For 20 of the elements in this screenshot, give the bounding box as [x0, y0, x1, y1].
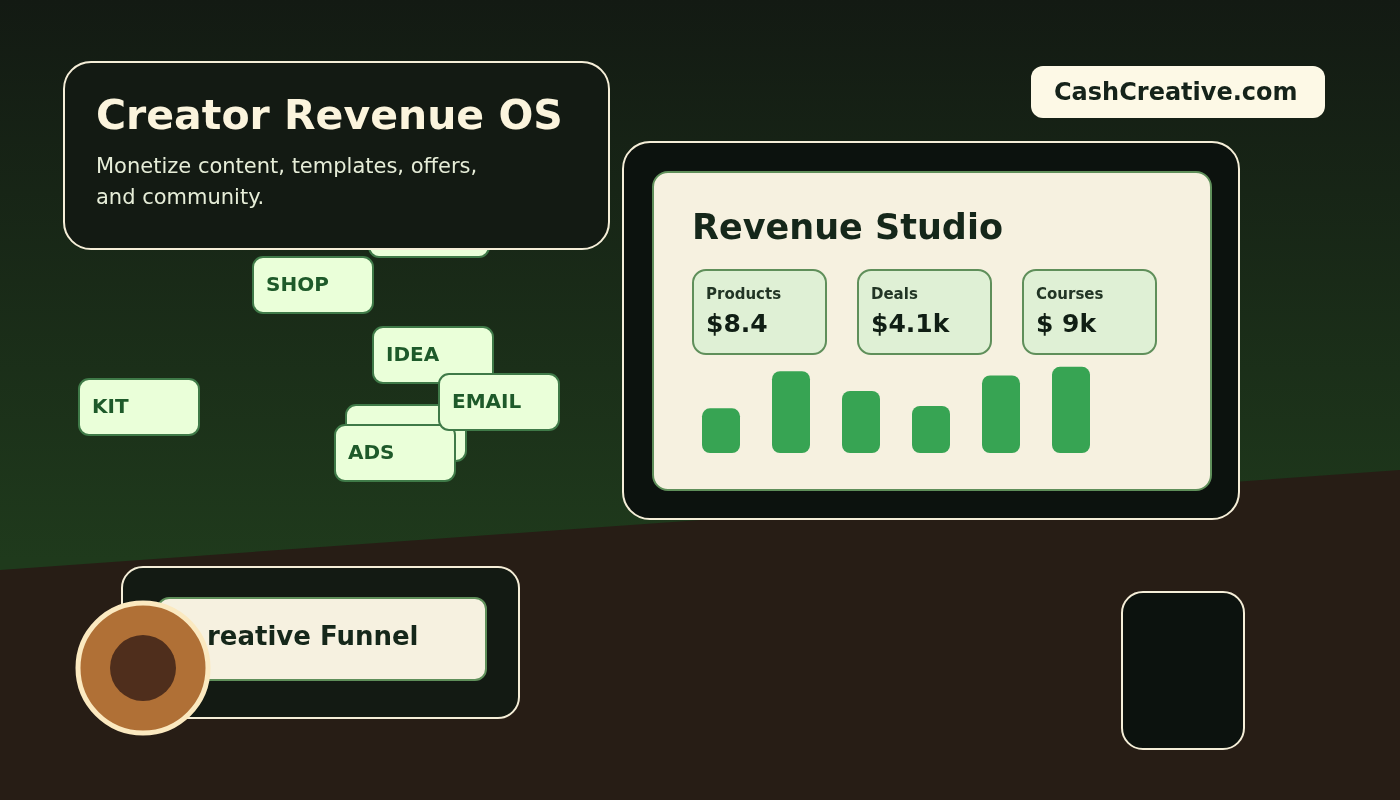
tag-label: KIT: [92, 394, 129, 418]
metric-label: Courses: [1036, 285, 1105, 303]
chart-bar: [702, 408, 740, 453]
tag-label: ADS: [348, 440, 395, 464]
studio-title: Revenue Studio: [692, 207, 1004, 247]
chart-bar: [912, 405, 950, 453]
brand-name: CashCreative.com: [1054, 78, 1298, 106]
metric-label: Deals: [871, 285, 919, 303]
metric-value: $8.4: [706, 309, 769, 338]
donut-icon: [75, 600, 211, 736]
metric-label: Products: [706, 285, 783, 303]
page-title: Creator Revenue OS: [96, 91, 564, 139]
metric-value: $4.1k: [871, 309, 951, 338]
metric-value: $ 9k: [1036, 309, 1098, 338]
subtitle: Monetize content, templates, offers, and community.: [96, 153, 479, 211]
funnel-label: reative Funnel: [207, 621, 419, 651]
tag-label: EMAIL: [452, 389, 522, 413]
tag-label: IDEA: [386, 342, 440, 366]
chart-bar: [842, 391, 880, 453]
tag-label: SHOP: [266, 272, 329, 296]
